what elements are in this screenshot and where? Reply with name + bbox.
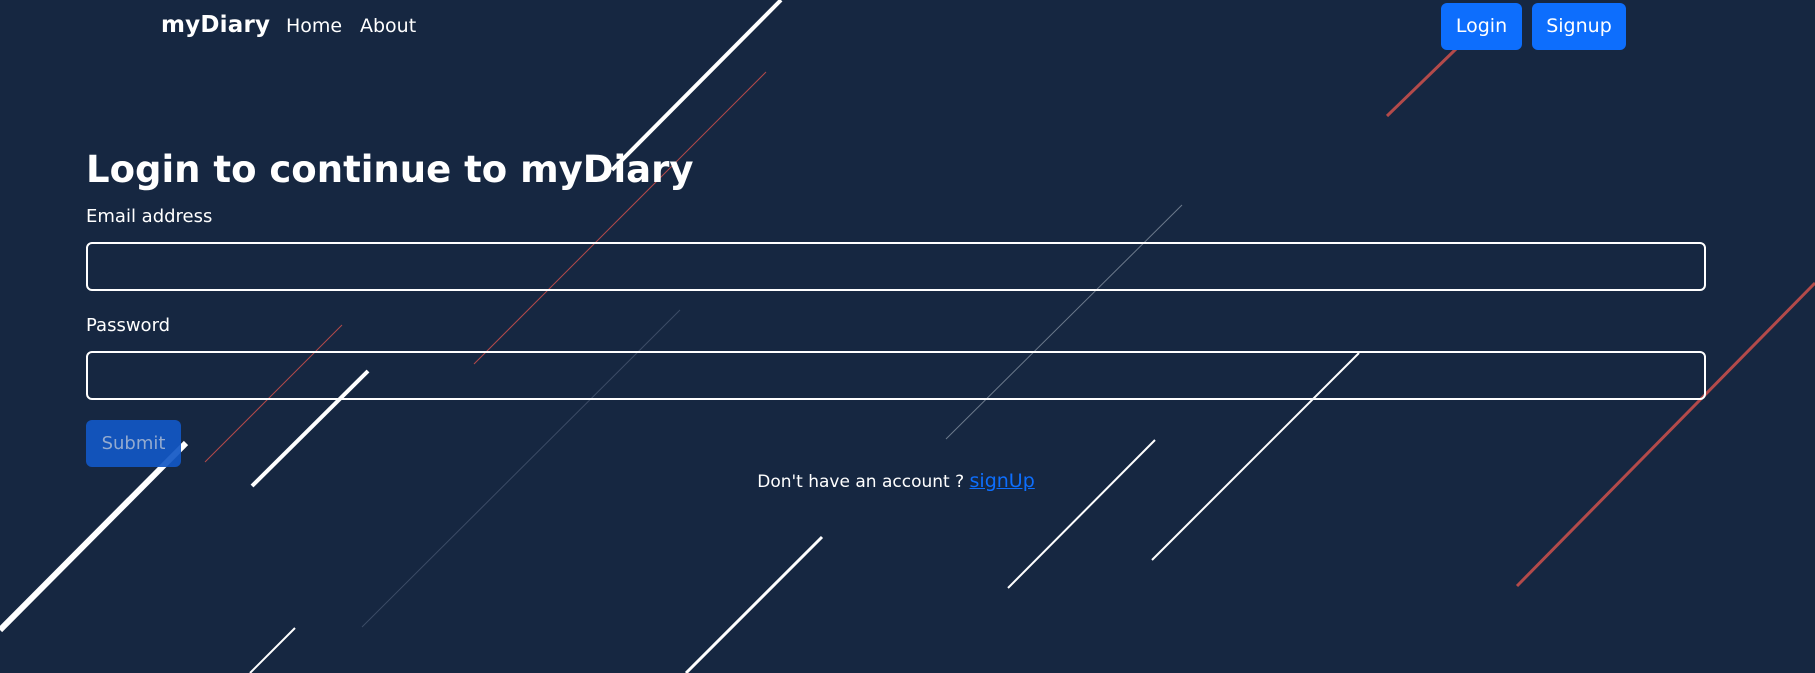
decor-line — [684, 535, 824, 673]
email-label: Email address — [86, 206, 213, 227]
background-decoration — [0, 0, 1815, 673]
signup-button[interactable]: Signup — [1532, 3, 1626, 50]
navbar: myDiary Home About Login Signup — [0, 0, 1815, 54]
decor-line — [249, 627, 296, 673]
signup-prompt: Don't have an account ? signUp — [86, 470, 1706, 492]
page-title: Login to continue to myDiary — [86, 148, 694, 191]
page: myDiary Home About Login Signup Login to… — [0, 0, 1815, 673]
signup-prompt-text: Don't have an account ? — [757, 472, 965, 492]
decor-line — [1385, 47, 1458, 118]
signup-link[interactable]: signUp — [970, 470, 1035, 492]
decor-line — [473, 71, 767, 365]
decor-line — [1007, 439, 1156, 589]
password-label: Password — [86, 315, 171, 336]
nav-link-about[interactable]: About — [360, 15, 416, 37]
password-field[interactable] — [86, 351, 1706, 400]
submit-button[interactable]: Submit — [86, 420, 181, 467]
nav-link-home[interactable]: Home — [286, 15, 342, 37]
login-button[interactable]: Login — [1441, 3, 1522, 50]
decor-line — [1515, 281, 1815, 588]
email-field[interactable] — [86, 242, 1706, 291]
decor-line — [945, 204, 1183, 440]
brand-logo[interactable]: myDiary — [161, 12, 270, 38]
